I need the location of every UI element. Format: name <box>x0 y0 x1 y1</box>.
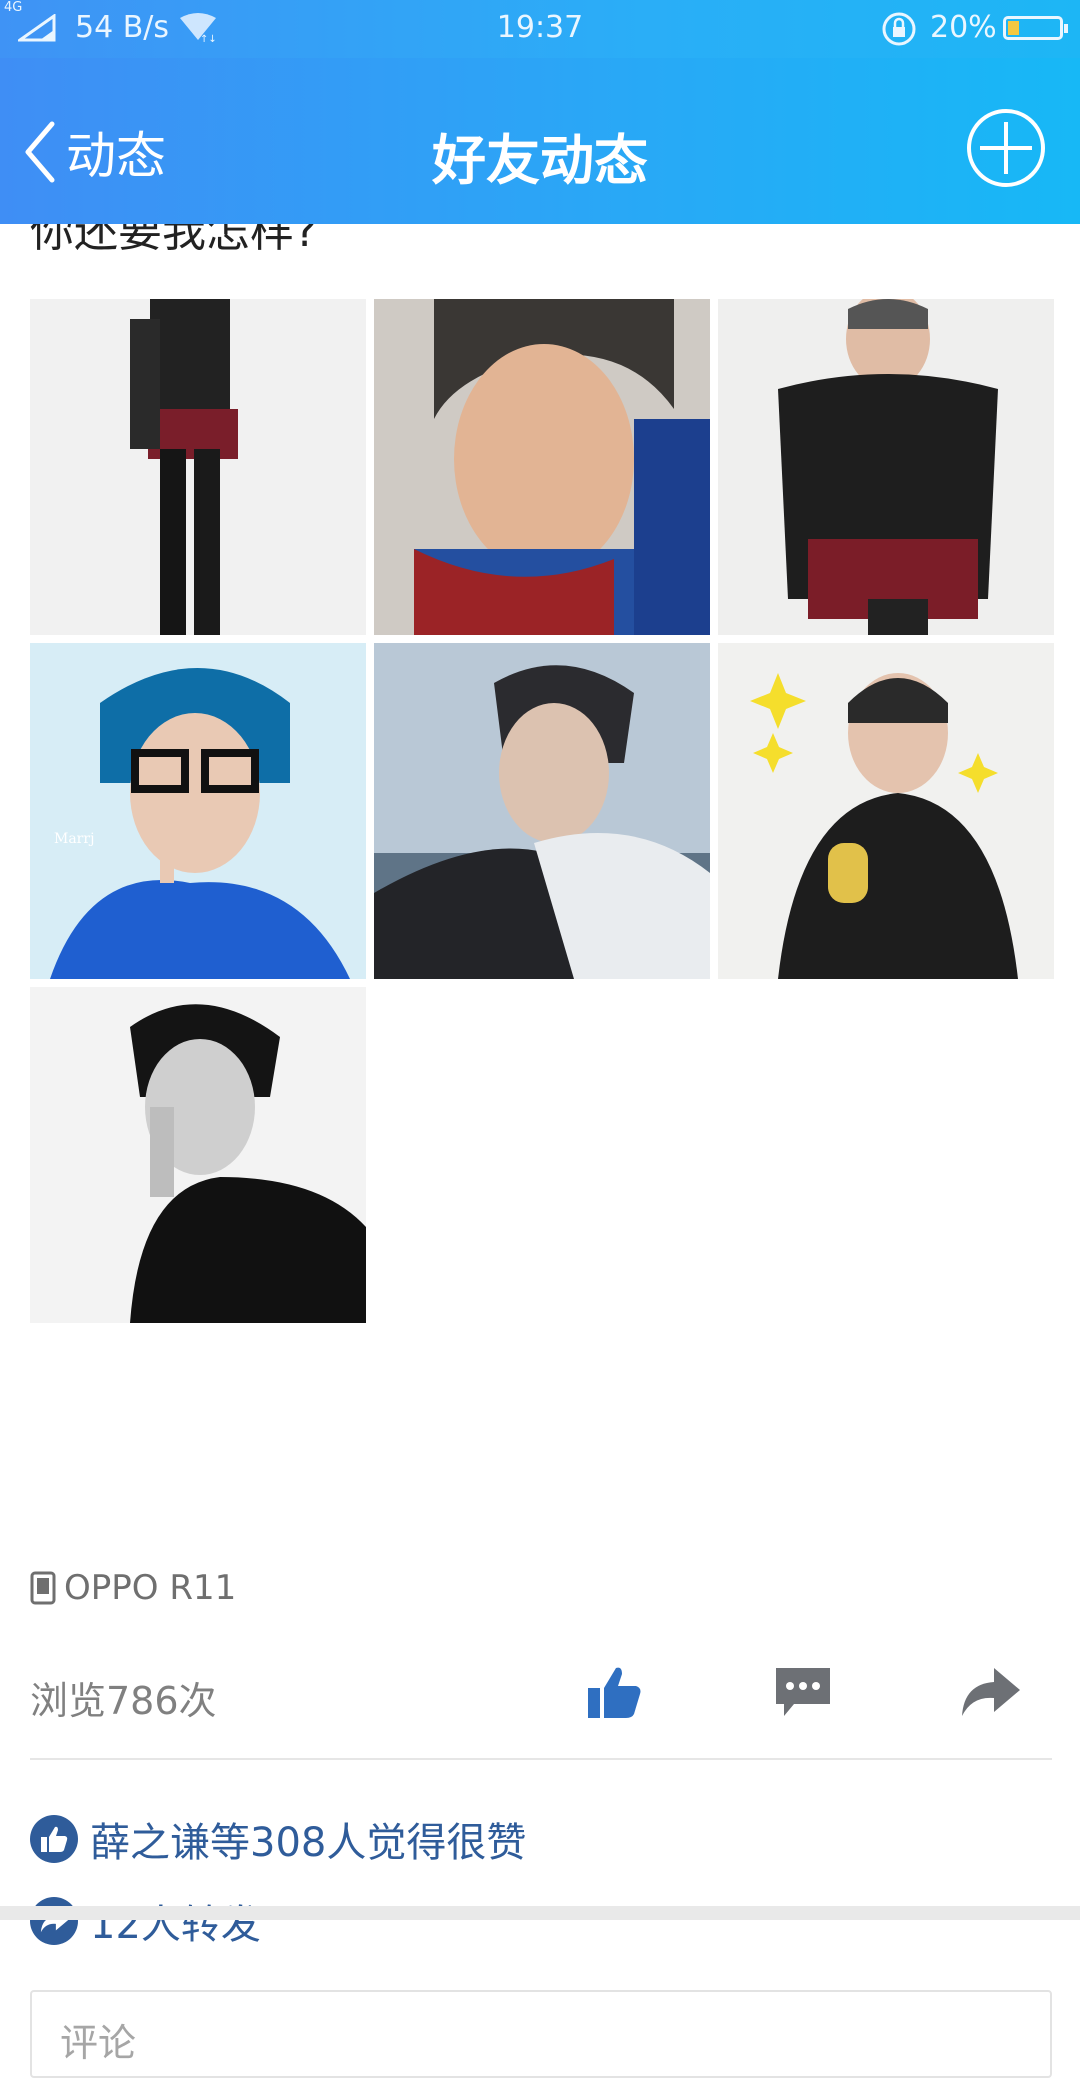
share-arrow-icon <box>962 1668 1020 1716</box>
battery-percent: 20% <box>930 10 997 45</box>
bottom-divider <box>0 1906 1080 1920</box>
photo-thumbnail[interactable]: Marrj <box>30 643 366 979</box>
plus-circle-icon <box>967 109 1045 187</box>
clock: 19:37 <box>496 10 584 45</box>
divider <box>30 1758 1052 1760</box>
thumbs-up-circle-icon <box>30 1815 78 1863</box>
photo-thumbnail[interactable] <box>374 299 710 635</box>
page-title: 好友动态 <box>432 129 648 192</box>
device-info: OPPO R11 <box>30 1568 236 1608</box>
photo-thumbnail[interactable] <box>718 299 1054 635</box>
comment-input[interactable]: 评论 <box>30 1990 1052 2078</box>
add-button[interactable] <box>966 108 1046 188</box>
shares-text: 12人转发 <box>90 1902 261 1948</box>
device-name: OPPO R11 <box>64 1568 237 1608</box>
share-circle-icon <box>30 1897 78 1945</box>
battery-icon <box>1003 16 1068 40</box>
likes-text: 薛之谦等308人觉得很赞 <box>90 1820 527 1866</box>
like-button[interactable] <box>584 1664 654 1724</box>
photo-thumbnail[interactable] <box>374 643 710 979</box>
post-text: 你还要我怎样? <box>30 224 318 257</box>
likes-summary[interactable]: 薛之谦等308人觉得很赞 <box>30 1810 526 1868</box>
rotation-lock-icon <box>880 10 918 56</box>
photo-thumbnail[interactable] <box>30 299 366 635</box>
photo-thumbnail[interactable] <box>30 987 366 1323</box>
comment-icon <box>776 1668 830 1716</box>
header-bar: 动态 好友动态 <box>0 58 1080 224</box>
photo-watermark: Marrj <box>54 831 94 847</box>
view-count: 浏览786次 <box>30 1679 217 1723</box>
comment-button[interactable] <box>772 1664 842 1724</box>
share-button[interactable] <box>958 1664 1028 1724</box>
status-bar: 4G 54 B/s ↑↓ 19:37 20% <box>0 0 1080 58</box>
phone-icon <box>30 1571 56 1605</box>
photo-thumbnail[interactable] <box>718 643 1054 979</box>
thumbs-up-icon <box>588 1667 641 1718</box>
shares-summary[interactable]: 12人转发 <box>30 1892 261 1950</box>
